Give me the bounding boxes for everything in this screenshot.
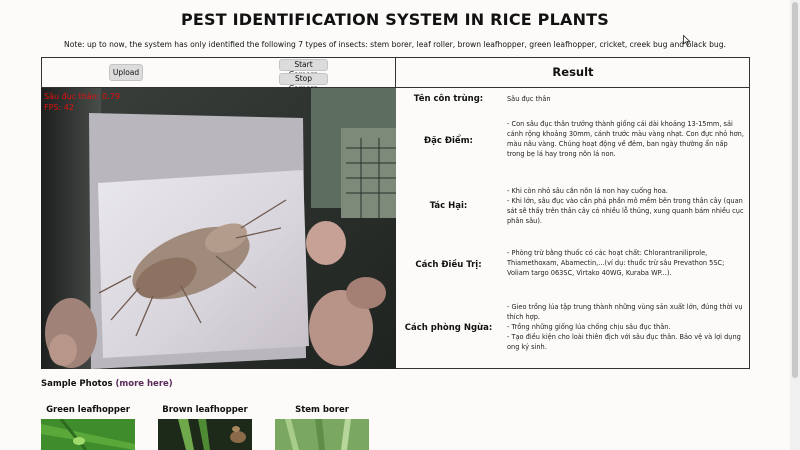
upload-button[interactable]: Upload <box>109 64 143 81</box>
insect-name-value: Sâu đục thân <box>507 95 551 103</box>
page-scrollbar[interactable] <box>790 0 800 450</box>
page-title: PEST IDENTIFICATION SYSTEM IN RICE PLANT… <box>180 10 609 29</box>
start-camera-button[interactable]: Start Camera <box>279 59 328 79</box>
sample-name-green-leafhopper: Green leafhopper <box>46 405 130 415</box>
stop-camera-button[interactable]: Stop Camera <box>279 73 328 93</box>
treatment-value: - Phòng trừ bằng thuốc có các hoạt chất:… <box>507 249 725 277</box>
result-heading: Result <box>552 65 594 79</box>
sample-name-stem-borer: Stem borer <box>295 405 349 415</box>
sample-photo-green-leafhopper[interactable] <box>41 419 135 450</box>
camera-frame-image <box>41 88 396 369</box>
prevention-value: - Gieo trồng lúa tập trung thành những v… <box>507 303 743 351</box>
treatment-label: Cách Điều Trị: <box>415 260 482 270</box>
sample-photo-brown-leafhopper[interactable] <box>158 419 252 450</box>
more-samples-link[interactable]: (more here) <box>116 379 173 389</box>
fps-label: FPS: 42 <box>44 103 74 112</box>
mouse-cursor-icon <box>683 35 691 46</box>
scrollbar-thumb[interactable] <box>792 2 798 378</box>
camera-feed: Sâu đục thân: 0.79 FPS: 42 <box>41 88 396 369</box>
characteristics-label: Đặc Điểm: <box>424 136 473 146</box>
supported-insects-note: Note: up to now, the system has only ide… <box>64 40 726 49</box>
sample-name-brown-leafhopper: Brown leafhopper <box>162 405 248 415</box>
harm-value: - Khi còn nhỏ sâu cắn nõn lá non hay cuố… <box>507 187 744 225</box>
detection-confidence-label: Sâu đục thân: 0.79 <box>44 92 120 101</box>
sample-photo-stem-borer[interactable] <box>275 419 369 450</box>
sample-photos-title: Sample Photos <box>41 379 113 389</box>
sample-photos-heading: Sample Photos (more here) <box>41 379 173 389</box>
insect-name-label: Tên côn trùng: <box>413 94 484 104</box>
harm-label: Tác Hại: <box>429 201 468 211</box>
characteristics-value: - Con sâu đục thân trưởng thành giống cá… <box>507 120 744 158</box>
prevention-label: Cách phòng Ngừa: <box>404 323 493 333</box>
